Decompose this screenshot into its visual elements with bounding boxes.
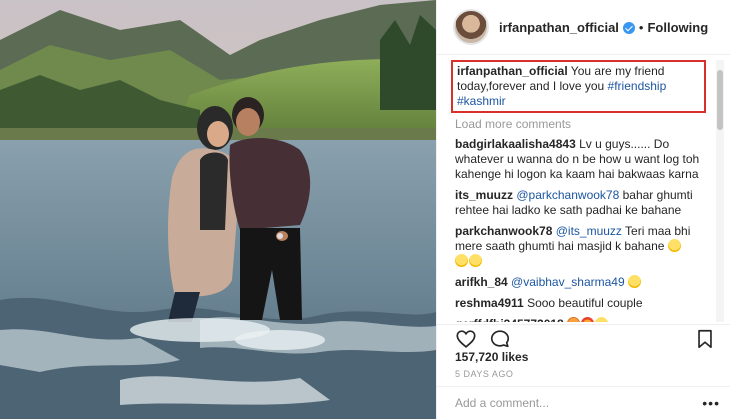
caption-username[interactable]: irfanpathan_official <box>457 64 568 78</box>
comment-item: its_muuzz @parkchanwook78 bahar ghumti r… <box>455 188 716 218</box>
comment-item: parkchanwook78 @its_muuzz Teri maa bhi m… <box>455 224 716 269</box>
comment-username[interactable]: its_muuzz <box>455 188 513 202</box>
load-more-comments-button[interactable]: Load more comments <box>455 117 716 131</box>
following-button[interactable]: Following <box>647 20 708 35</box>
post-timestamp[interactable]: 5 DAYS AGO <box>455 369 513 379</box>
comment-mention[interactable]: @parkchanwook78 <box>516 188 619 202</box>
hashtag-friendship[interactable]: #friendship <box>608 79 667 93</box>
avatar[interactable] <box>453 9 489 45</box>
post-photo[interactable] <box>0 0 436 419</box>
comment-item: arifkh_84 @vaibhav_sharma49 <box>455 275 716 290</box>
heart-eyes-emoji-icon <box>581 317 595 322</box>
post-actions <box>437 324 730 352</box>
more-options-icon[interactable]: ••• <box>702 395 720 411</box>
post-header: irfanpathan_official • Following <box>437 0 730 55</box>
comments-scrollbar[interactable] <box>716 60 724 322</box>
laughing-emoji-icon <box>455 254 468 267</box>
comment-item: badgirlakaalisha4843 Lv u guys...... Do … <box>455 137 716 182</box>
laughing-emoji-icon <box>595 317 609 322</box>
comment-item: reshma4911 Sooo beautiful couple <box>455 296 716 311</box>
separator-dot: • <box>638 19 644 35</box>
add-comment-input[interactable] <box>455 396 703 410</box>
comment-username[interactable]: reshma4911 <box>455 296 524 310</box>
laughing-emoji-icon <box>469 254 482 267</box>
scrollbar-thumb[interactable] <box>717 70 723 130</box>
post-sidebar: irfanpathan_official • Following irfanpa… <box>436 0 730 419</box>
add-comment-bar: ••• <box>437 386 730 419</box>
laughing-emoji-icon <box>667 239 681 252</box>
post-caption: irfanpathan_official You are my friend t… <box>451 60 706 113</box>
comment-icon[interactable] <box>489 328 511 350</box>
post-username[interactable]: irfanpathan_official <box>499 20 619 35</box>
comments-list[interactable]: irfanpathan_official You are my friend t… <box>437 60 730 322</box>
hashtag-kashmir[interactable]: #kashmir <box>457 94 506 108</box>
comment-username[interactable]: badgirlakaalisha4843 <box>455 137 576 151</box>
comment-username[interactable]: arifkh_84 <box>455 275 508 289</box>
bookmark-icon[interactable] <box>694 328 716 350</box>
comment-username[interactable]: parkchanwook78 <box>455 224 552 238</box>
comment-mention[interactable]: @its_muuzz <box>556 224 622 238</box>
comment-mention[interactable]: @vaibhav_sharma49 <box>511 275 625 289</box>
comment-text: Sooo beautiful couple <box>523 296 643 310</box>
heart-icon[interactable] <box>455 328 477 350</box>
laughing-emoji-icon <box>627 275 641 288</box>
cat-emoji-icon <box>567 317 581 322</box>
verified-badge-icon <box>622 22 635 34</box>
couple-in-river-image <box>0 0 436 419</box>
comment-username[interactable]: qerffdfhj345772018 <box>455 317 564 322</box>
comment-item: qerffdfhj345772018 <box>455 317 716 322</box>
likes-count[interactable]: 157,720 likes <box>455 350 528 364</box>
